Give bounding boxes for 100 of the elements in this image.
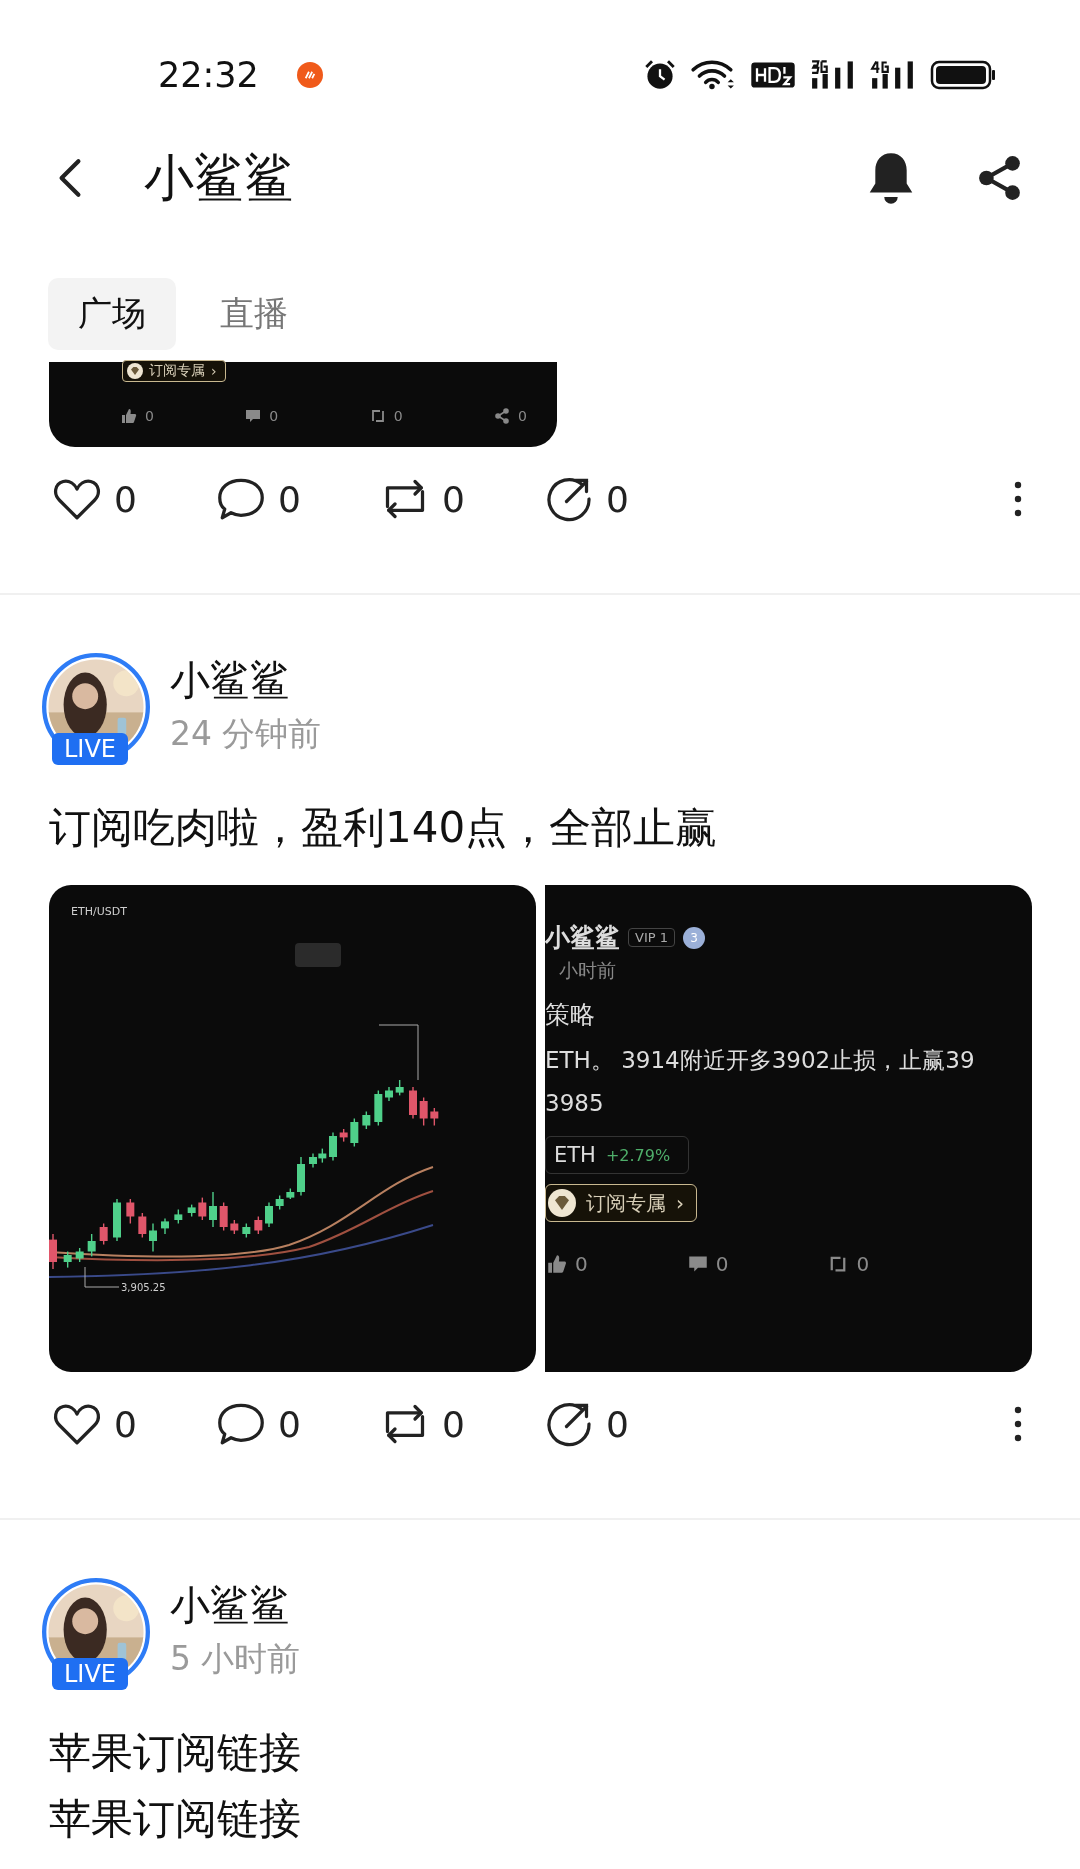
more-icon[interactable] [1013, 479, 1023, 519]
battery-icon [930, 60, 996, 90]
post-text: 订阅吃肉啦，盈利140点，全部止赢 [49, 802, 719, 854]
candle [209, 1191, 217, 1228]
comment-button[interactable]: 0 [216, 1399, 380, 1449]
post-time: 小时前 [559, 958, 617, 983]
candle [362, 1110, 371, 1130]
more-icon[interactable] [1013, 1404, 1023, 1444]
candle [318, 1147, 327, 1164]
candle [198, 1196, 207, 1221]
tab[interactable]: 直播 [190, 278, 318, 350]
share-button[interactable]: 0 [544, 1399, 708, 1449]
repost-icon [369, 408, 386, 424]
post-text: 苹果订阅链接 [49, 1727, 302, 1779]
repost-button[interactable]: 0 [380, 474, 544, 524]
candle [286, 1187, 295, 1200]
count: 0 [606, 1403, 629, 1445]
leader-line [378, 1024, 419, 1081]
candle [75, 1247, 84, 1263]
comment-button[interactable]: 0 [216, 474, 380, 524]
count: 0 [442, 478, 465, 520]
timeframe-tab [295, 943, 341, 967]
post-text: 苹果订阅链接 [49, 1793, 302, 1845]
subscriber-badge: 订阅专属 › [545, 1184, 697, 1222]
tab[interactable]: 广场 [48, 278, 176, 350]
share-icon [494, 408, 511, 424]
count: 0 [269, 408, 279, 424]
count: 0 [114, 478, 137, 520]
candle [63, 1250, 72, 1269]
count: 0 [715, 1252, 729, 1276]
signal-icon [870, 59, 916, 91]
level-badge: 3 [683, 926, 705, 949]
candle [161, 1217, 169, 1235]
candle [339, 1128, 348, 1143]
count: 0 [606, 478, 629, 520]
live-badge: LIVE [52, 733, 129, 765]
leader-line [84, 1266, 120, 1288]
count: 0 [442, 1403, 465, 1445]
candle [187, 1203, 196, 1218]
like-button[interactable]: 0 [52, 1399, 216, 1449]
candle [395, 1079, 404, 1097]
post-title: 策略 [545, 999, 596, 1031]
ticker-chip: ETH +2.79% [545, 1136, 689, 1174]
wifi-icon [690, 59, 736, 91]
candle [254, 1215, 263, 1235]
count: 0 [114, 1403, 137, 1445]
price-label: 3,905.25 [121, 1282, 166, 1293]
candle [49, 1233, 57, 1270]
count: 0 [145, 408, 154, 424]
post-time: 5 小时前 [170, 1638, 301, 1680]
candle [242, 1222, 251, 1239]
candle [419, 1096, 428, 1127]
post-time: 24 分钟前 [170, 713, 322, 755]
count: 0 [518, 408, 527, 424]
candle [113, 1198, 121, 1242]
like-button[interactable]: 0 [52, 474, 216, 524]
subscriber-badge: 订阅专属 › [122, 360, 226, 382]
author-name: 小鲨鲨 [170, 1581, 291, 1630]
candle [329, 1131, 337, 1162]
candle [230, 1219, 239, 1235]
count: 0 [575, 1252, 588, 1276]
comment-icon [245, 408, 262, 424]
candle [265, 1201, 273, 1228]
count: 0 [856, 1252, 870, 1276]
author-name: 小鲨鲨 [545, 922, 620, 954]
candle [87, 1233, 96, 1258]
live-badge: LIVE [52, 1658, 129, 1690]
candle [350, 1117, 359, 1148]
candle [374, 1089, 383, 1127]
thumbs-up-icon [121, 408, 137, 424]
candle [297, 1156, 305, 1197]
share-button[interactable]: 0 [544, 474, 708, 524]
thumbs-up-icon [547, 1254, 567, 1274]
candle [219, 1201, 228, 1232]
vip-badge: VIP 1 [628, 928, 675, 947]
share-icon[interactable] [977, 155, 1023, 201]
candle [99, 1222, 108, 1246]
page-title: 小鲨鲨 [144, 147, 294, 209]
candle [409, 1086, 417, 1120]
candle [126, 1198, 135, 1225]
signal-icon [810, 59, 856, 91]
post-text: 3985 [545, 1090, 605, 1116]
clock-time: 22:32 [158, 55, 259, 95]
comment-icon [687, 1254, 708, 1274]
candle [385, 1086, 393, 1102]
hd-voice-icon [750, 59, 796, 91]
repost-button[interactable]: 0 [380, 1399, 544, 1449]
candle [275, 1194, 284, 1211]
alarm-icon [644, 59, 676, 91]
count: 0 [278, 478, 301, 520]
count: 0 [278, 1403, 301, 1445]
count: 0 [393, 408, 403, 424]
candle [138, 1212, 147, 1239]
pair-label: ETH/USDT [71, 905, 127, 918]
candle [430, 1107, 439, 1127]
author-name: 小鲨鲨 [170, 656, 291, 705]
post-text: ETH。 3914附近开多3902止损，止赢39 [545, 1046, 976, 1075]
app-notification-icon [296, 62, 323, 88]
candle [149, 1222, 157, 1253]
candle [174, 1208, 183, 1225]
